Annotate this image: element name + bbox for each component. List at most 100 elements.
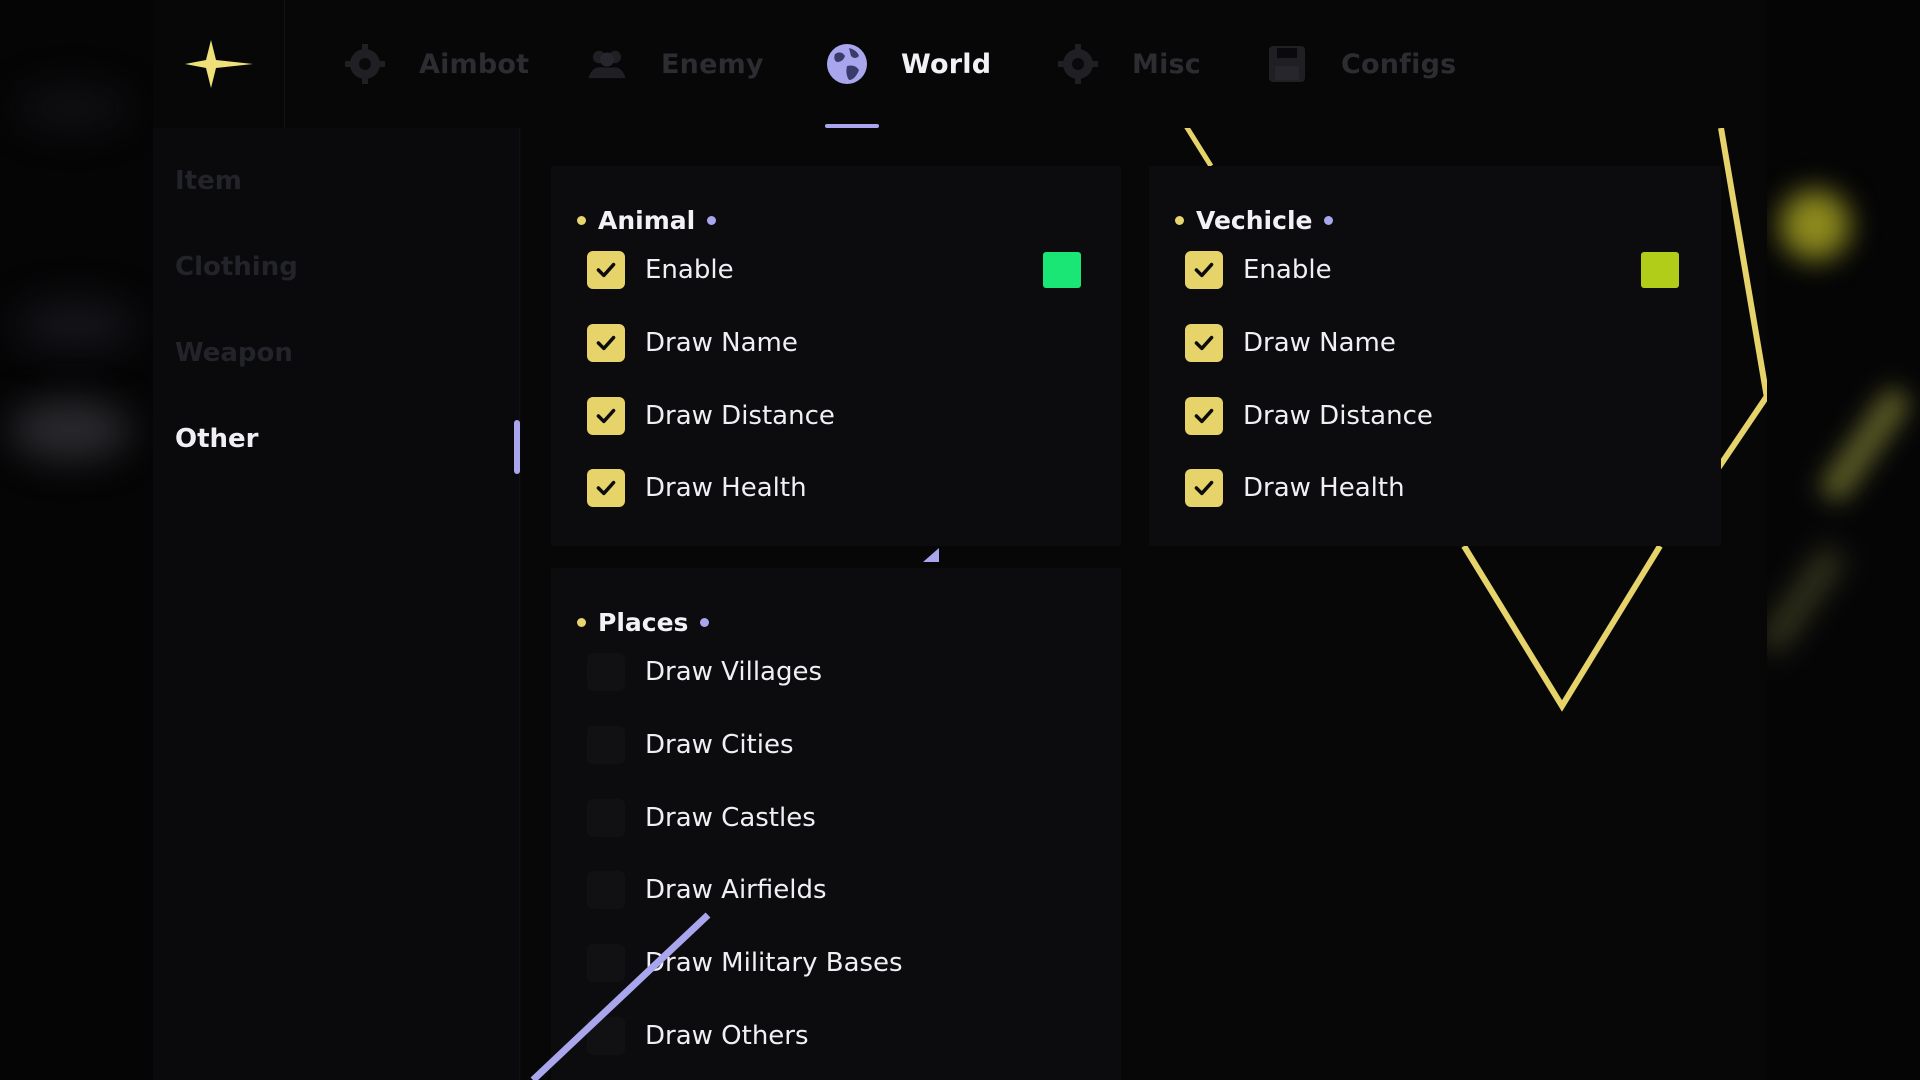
places-draw-military-bases-toggle[interactable]: Draw Military Bases (587, 943, 903, 983)
option-label: Draw Health (645, 473, 807, 503)
checkbox[interactable] (587, 726, 625, 764)
check-icon (596, 408, 616, 424)
vehicle-enable-toggle[interactable]: Enable (1185, 250, 1332, 290)
check-icon (596, 480, 616, 496)
sidebar-item-clothing[interactable]: Clothing (175, 252, 298, 282)
check-icon (1194, 335, 1214, 351)
animal-color-picker[interactable] (1043, 252, 1081, 288)
tab-misc[interactable]: Misc (1056, 0, 1201, 128)
background-blur (1815, 383, 1915, 507)
section-header: Vechicle (1175, 206, 1334, 235)
vehicle-color-picker[interactable] (1641, 252, 1679, 288)
checkbox[interactable] (587, 653, 625, 691)
checkbox[interactable] (587, 1017, 625, 1055)
places-draw-others-toggle[interactable]: Draw Others (587, 1016, 809, 1056)
sidebar-item-other[interactable]: Other (175, 424, 259, 454)
places-section: Places Draw Villages Draw Cities Draw Ca… (551, 568, 1121, 1080)
sidebar-active-indicator (514, 420, 520, 474)
sidebar-item-weapon[interactable]: Weapon (175, 338, 293, 368)
background-blur (18, 88, 128, 128)
checkbox[interactable] (587, 251, 625, 289)
header-dot (577, 216, 586, 225)
option-label: Draw Cities (645, 730, 794, 760)
checkbox[interactable] (587, 871, 625, 909)
screen: Aimbot Enemy World Misc Configs Item Clo… (0, 0, 1920, 1080)
option-label: Draw Name (1243, 328, 1396, 358)
main-content: Animal Enable Draw Name Draw Distance Dr… (521, 128, 1767, 1080)
option-label: Enable (645, 255, 734, 285)
tab-label: Enemy (661, 48, 764, 80)
tab-aimbot[interactable]: Aimbot (343, 0, 529, 128)
check-icon (596, 335, 616, 351)
places-draw-castles-toggle[interactable]: Draw Castles (587, 798, 816, 838)
places-draw-villages-toggle[interactable]: Draw Villages (587, 652, 822, 692)
section-header: Places (577, 608, 710, 637)
vehicle-draw-health-toggle[interactable]: Draw Health (1185, 468, 1405, 508)
logo (153, 0, 285, 128)
checkbox[interactable] (587, 397, 625, 435)
section-header: Animal (577, 206, 717, 235)
check-icon (1194, 480, 1214, 496)
checkbox[interactable] (587, 324, 625, 362)
checkbox[interactable] (1185, 324, 1223, 362)
checkbox[interactable] (587, 944, 625, 982)
section-title: Vechicle (1196, 206, 1313, 235)
section-title: Places (598, 608, 689, 637)
option-label: Enable (1243, 255, 1332, 285)
sparkle-logo-icon (184, 40, 253, 88)
option-label: Draw Distance (645, 401, 835, 431)
check-icon (1194, 408, 1214, 424)
option-label: Draw Castles (645, 803, 816, 833)
checkbox[interactable] (587, 469, 625, 507)
sidebar: Item Clothing Weapon Other (153, 128, 520, 1080)
header-dot (1175, 216, 1184, 225)
option-label: Draw Others (645, 1021, 809, 1051)
gear-icon (1056, 42, 1100, 86)
option-label: Draw Name (645, 328, 798, 358)
checkbox[interactable] (1185, 397, 1223, 435)
tab-world[interactable]: World (825, 0, 991, 128)
option-label: Draw Villages (645, 657, 823, 687)
background-blur (16, 300, 136, 350)
option-label: Draw Health (1243, 473, 1405, 503)
section-title: Animal (598, 206, 696, 235)
top-tab-bar: Aimbot Enemy World Misc Configs (153, 0, 1767, 128)
checkbox[interactable] (1185, 469, 1223, 507)
animal-draw-distance-toggle[interactable]: Draw Distance (587, 396, 835, 436)
tab-label: World (901, 48, 992, 80)
places-draw-airfields-toggle[interactable]: Draw Airfields (587, 870, 827, 910)
checkbox[interactable] (587, 799, 625, 837)
sidebar-item-item[interactable]: Item (175, 166, 242, 196)
tab-label: Configs (1341, 48, 1457, 80)
users-icon (585, 42, 629, 86)
save-icon (1265, 42, 1309, 86)
cheat-menu-window: Aimbot Enemy World Misc Configs Item Clo… (153, 0, 1767, 1080)
header-dot (700, 618, 710, 627)
tab-enemy[interactable]: Enemy (585, 0, 764, 128)
gear-icon (343, 42, 387, 86)
animal-section: Animal Enable Draw Name Draw Distance Dr… (551, 166, 1121, 546)
tab-configs[interactable]: Configs (1265, 0, 1456, 128)
vehicle-section: Vechicle Enable Draw Name Draw Distance … (1149, 166, 1721, 546)
check-icon (596, 262, 616, 278)
background-blur (10, 400, 130, 460)
option-label: Draw Distance (1243, 401, 1433, 431)
header-dot (1324, 216, 1334, 225)
background-blur (1757, 543, 1847, 657)
places-draw-cities-toggle[interactable]: Draw Cities (587, 725, 794, 765)
option-label: Draw Airfields (645, 875, 827, 905)
header-dot (577, 618, 586, 627)
check-icon (1194, 262, 1214, 278)
animal-enable-toggle[interactable]: Enable (587, 250, 734, 290)
vehicle-draw-distance-toggle[interactable]: Draw Distance (1185, 396, 1433, 436)
tab-label: Misc (1132, 48, 1201, 80)
header-dot (707, 216, 717, 225)
animal-draw-health-toggle[interactable]: Draw Health (587, 468, 807, 508)
tab-label: Aimbot (419, 48, 530, 80)
option-label: Draw Military Bases (645, 948, 903, 978)
checkbox[interactable] (1185, 251, 1223, 289)
vehicle-draw-name-toggle[interactable]: Draw Name (1185, 323, 1396, 363)
globe-icon (825, 42, 869, 86)
background-blur (1780, 190, 1850, 260)
animal-draw-name-toggle[interactable]: Draw Name (587, 323, 798, 363)
